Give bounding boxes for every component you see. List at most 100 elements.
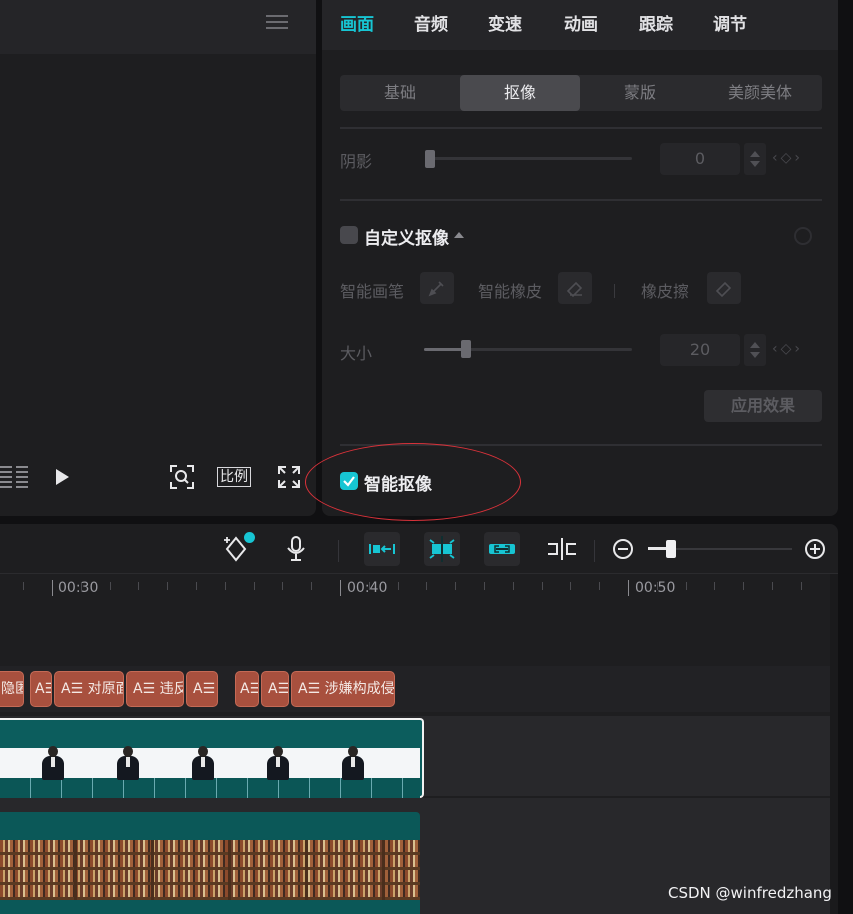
ruler-tick <box>138 582 139 590</box>
link-clips-button[interactable] <box>484 532 520 566</box>
shadow-slider-knob[interactable] <box>425 150 435 168</box>
divider <box>340 127 822 129</box>
ruler-major-tick <box>340 580 341 596</box>
eraser-button[interactable] <box>707 272 741 304</box>
ruler-tick <box>484 582 485 590</box>
shadow-slider-track[interactable] <box>426 157 632 160</box>
tool-separator <box>614 284 615 298</box>
ruler-tick <box>369 582 370 590</box>
link-left-icon <box>369 544 395 554</box>
size-label: 大小 <box>340 344 373 363</box>
eraser-icon <box>715 281 732 298</box>
text-clip[interactable]: A☰ 违反 <box>126 671 184 707</box>
speaker-figure <box>40 746 66 782</box>
speaker-figure <box>340 746 366 782</box>
time-ruler[interactable] <box>0 575 838 605</box>
shadow-stepper[interactable] <box>744 143 766 175</box>
zoom-out-icon <box>613 539 633 559</box>
ruler-tick <box>657 582 658 590</box>
subtab-segmented-control: 基础 抠像 蒙版 美颜美体 <box>340 75 822 111</box>
zoom-slider-knob[interactable] <box>666 540 676 558</box>
subtab-matting[interactable]: 抠像 <box>460 75 580 111</box>
ruler-tick <box>311 582 312 590</box>
ruler-label: 00:50 <box>635 580 676 596</box>
size-stepper[interactable] <box>744 334 766 366</box>
tab-picture[interactable]: 画面 <box>340 10 374 35</box>
notification-dot <box>244 532 255 543</box>
split-preview-button[interactable] <box>544 532 580 566</box>
zoom-fit-icon <box>170 465 194 489</box>
shadow-value-input[interactable]: 0 <box>660 143 740 175</box>
ruler-major-tick <box>52 580 53 596</box>
subtab-mask[interactable]: 蒙版 <box>580 75 700 111</box>
play-button[interactable] <box>50 462 74 492</box>
text-clip[interactable]: A☰ <box>186 671 218 707</box>
ruler-tick <box>81 582 82 590</box>
ratio-button[interactable]: 比例 <box>214 462 254 492</box>
ruler-tick <box>570 582 571 590</box>
smart-brush-label: 智能画笔 <box>340 282 405 301</box>
ruler-tick <box>772 582 773 590</box>
speaker-figure <box>265 746 291 782</box>
smart-eraser-label: 智能橡皮 <box>478 282 543 301</box>
tab-speed[interactable]: 变速 <box>488 10 522 35</box>
ruler-tick <box>542 582 543 590</box>
timeline-scrollbar[interactable] <box>830 574 838 914</box>
zoom-fit-button[interactable] <box>168 462 196 492</box>
fullscreen-button[interactable] <box>276 462 302 492</box>
smart-brush-button[interactable] <box>420 272 454 304</box>
speaker-figure <box>190 746 216 782</box>
toolbar-separator <box>338 540 339 562</box>
custom-matting-checkbox[interactable] <box>340 226 358 244</box>
bookshelf-frame-dividers <box>0 840 420 900</box>
background-clip[interactable] <box>0 812 420 914</box>
preview-header <box>0 0 316 54</box>
ruler-tick <box>599 582 600 590</box>
size-value-input[interactable]: 20 <box>660 334 740 366</box>
snap-center-button[interactable] <box>424 532 460 566</box>
ruler-label: 00:40 <box>347 580 388 596</box>
ruler-tick <box>743 582 744 590</box>
subtab-beauty[interactable]: 美颜美体 <box>700 75 820 111</box>
ruler-tick <box>426 582 427 590</box>
tab-animation[interactable]: 动画 <box>564 10 598 35</box>
record-voice-button[interactable] <box>278 532 314 566</box>
zoom-in-icon <box>805 539 825 559</box>
apply-effect-button[interactable]: 应用效果 <box>704 390 822 422</box>
size-slider-knob[interactable] <box>460 340 471 358</box>
reset-icon[interactable] <box>794 227 812 245</box>
microphone-icon <box>287 536 305 561</box>
divider <box>340 199 822 201</box>
smart-eraser-button[interactable] <box>558 272 592 304</box>
ruler-tick <box>254 582 255 590</box>
ruler-tick <box>801 582 802 590</box>
zoom-out-button[interactable] <box>608 532 638 566</box>
ruler-tick <box>714 582 715 590</box>
brush-icon <box>428 281 444 297</box>
text-clip[interactable]: A☰ <box>235 671 259 707</box>
zoom-in-button[interactable] <box>800 532 830 566</box>
text-clip[interactable]: A☰ 涉嫌构成侵 <box>291 671 395 707</box>
tab-adjust[interactable]: 调节 <box>713 10 747 35</box>
custom-matting-label: 自定义抠像 <box>364 229 449 249</box>
subtab-basic[interactable]: 基础 <box>340 75 460 111</box>
tab-audio[interactable]: 音频 <box>414 10 448 35</box>
text-clip[interactable]: A☰ <box>30 671 52 707</box>
keyframe-nav-icon[interactable]: ‹◇› <box>772 341 803 357</box>
tab-tracking[interactable]: 跟踪 <box>639 10 673 35</box>
collapse-caret-icon[interactable] <box>454 232 464 238</box>
link-left-button[interactable] <box>364 532 400 566</box>
text-clip[interactable]: A☰ 对原面 <box>54 671 124 707</box>
watermark: CSDN @winfredzhang <box>668 884 832 902</box>
text-clip[interactable]: A☰ <box>261 671 289 707</box>
timecode-bars-icon <box>0 462 30 492</box>
ratio-label: 比例 <box>217 467 251 487</box>
menu-icon[interactable] <box>266 12 288 32</box>
ruler-tick <box>398 582 399 590</box>
keyframe-nav-icon[interactable]: ‹◇› <box>772 150 803 166</box>
ruler-tick <box>455 582 456 590</box>
property-tabs: 画面 音频 变速 动画 跟踪 调节 <box>322 0 838 50</box>
ruler-tick <box>686 582 687 590</box>
text-clip[interactable]: 隐匿 <box>0 671 24 707</box>
toolbar-separator <box>594 540 595 562</box>
